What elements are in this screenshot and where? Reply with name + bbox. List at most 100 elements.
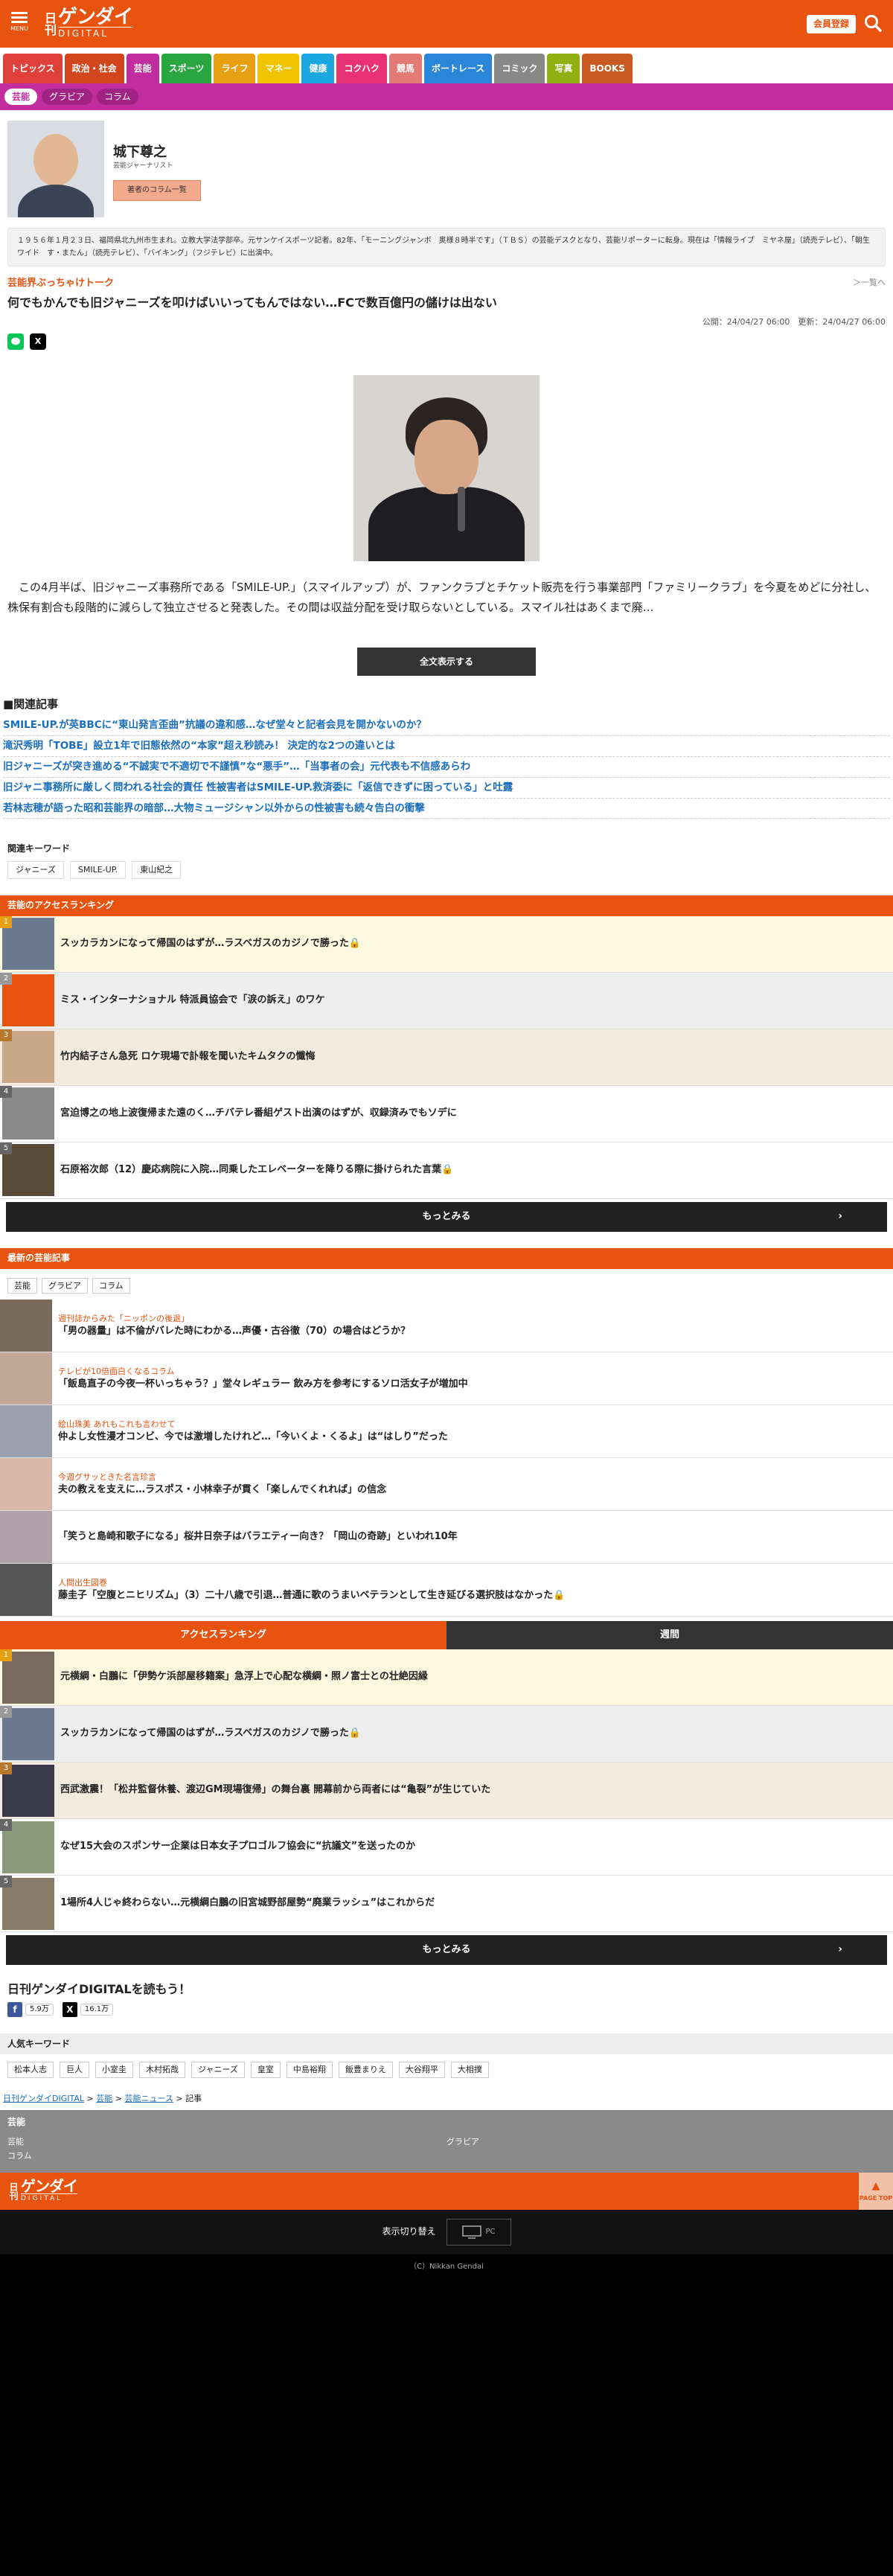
rank-number: 2 (0, 1706, 12, 1718)
ranking-row[interactable]: 5 石原裕次郎（12）慶応病院に入院…同乗したエレベーターを降りる際に掛けられた言… (0, 1142, 893, 1199)
keyword-tag[interactable]: SMILE-UP. (69, 861, 127, 879)
x-share-icon[interactable]: X (30, 333, 46, 350)
subnav-item-column[interactable]: コラム (97, 88, 138, 106)
facebook-follow[interactable]: f 5.9万 (7, 2002, 54, 2018)
chevron-up-icon: ▲ (871, 2180, 880, 2193)
tab-access-ranking[interactable]: アクセスランキング (0, 1621, 446, 1649)
popular-keyword[interactable]: 大谷翔平 (398, 2062, 445, 2078)
ranking-row[interactable]: 3 竹内結子さん急死 ロケ現場で訃報を聞いたキムタクの懺悔 (0, 1029, 893, 1086)
series-list-link[interactable]: ＞一覧へ (853, 277, 886, 290)
ranking-title: 石原裕次郎（12）慶応病院に入院…同乗したエレベーターを降りる際に掛けられた言葉… (60, 1164, 454, 1176)
breadcrumb-cat[interactable]: 芸能 (96, 2094, 112, 2103)
related-item[interactable]: SMILE-UP.が英BBCに“東山発言歪曲”抗議の違和感…なぜ堂々と記者会見を… (3, 715, 890, 736)
more-label: もっとみる (422, 1210, 471, 1222)
switch-label: 表示切り替え (382, 2226, 436, 2237)
author-photo (7, 121, 104, 217)
facebook-count: 5.9万 (25, 2004, 54, 2016)
latest-item[interactable]: 今週グサッときた名言珍言 夫の教えを支えに…ラスポス・小林幸子が貫く「楽しんでくれ… (0, 1458, 893, 1511)
popular-keyword[interactable]: 皇室 (250, 2062, 281, 2078)
ranking2-more-button[interactable]: もっとみる › (6, 1935, 887, 1965)
keyword-tag[interactable]: 東山紀之 (132, 861, 182, 879)
ranking-row[interactable]: 2 スッカラカンになって帰国のはずが…ラスベガスのカジノで勝った🔒 (0, 1706, 893, 1762)
author-profile: 城下尊之 芸能ジャーナリスト 著者のコラム一覧 (0, 110, 893, 228)
popular-keyword[interactable]: ジャニーズ (191, 2062, 245, 2078)
tab-category[interactable]: 健康 (301, 54, 335, 83)
related-item[interactable]: 滝沢秀明「TOBE」設立1年で旧態依然の“本家”超え秒読み！ 決定的な2つの違い… (3, 736, 890, 757)
breadcrumb-home[interactable]: 日刊ゲンダイDIGITAL (3, 2094, 84, 2103)
related-item[interactable]: 若林志穂が語った昭和芸能界の暗部…大物ミュージシャン以外からの性被害も続々告白の… (3, 799, 890, 819)
footer-nav-item[interactable]: グラビア (446, 2135, 886, 2149)
ranking-row[interactable]: 3 西武激震！「松井監督休養、渡辺GM現場復帰」の舞台裏 開幕前から両者には“亀裂… (0, 1762, 893, 1819)
ranking-row[interactable]: 2 ミス・インターナショナル 特派員協会で「涙の訴え」のワケ (0, 972, 893, 1029)
subnav-item-geino[interactable]: 芸能 (4, 88, 38, 106)
ranking-row[interactable]: 1 元横綱・白鵬に「伊勢ケ浜部屋移籍案」急浮上で心配な横綱・照ノ富士との壮絶因縁 (0, 1649, 893, 1706)
ranking-title: なぜ15大会のスポンサー企業は日本女子プロゴルフ協会に“抗議文”を送ったのか (60, 1841, 416, 1853)
latest-item[interactable]: 週刊誌からみた「ニッポンの後退」 「男の器量」は不倫がバレた時にわかる…声優・古谷… (0, 1300, 893, 1352)
tab-weekly[interactable]: 週間 (446, 1621, 893, 1649)
latest-item[interactable]: 絵山珠美 あれもこれも言わせて 仲よし女性漫才コンビ、今では激増したけれど…「今い… (0, 1405, 893, 1458)
popular-keyword[interactable]: 木村拓哉 (139, 2062, 185, 2078)
popular-heading: 人気キーワード (0, 2033, 893, 2055)
follow-heading: 日刊ゲンダイDIGITALを読もう！ (7, 1982, 191, 1996)
latest-tab-geino[interactable]: 芸能 (7, 1277, 37, 1294)
monitor-icon (461, 2225, 481, 2239)
breadcrumb-sep: > (112, 2093, 125, 2103)
related-item[interactable]: 旧ジャニ事務所に厳しく問われる社会的責任 性被害者はSMILE-UP.救済委に「… (3, 778, 890, 799)
keyword-tag[interactable]: ジャニーズ (7, 861, 64, 879)
line-share-icon[interactable] (7, 333, 24, 350)
latest-tab-column[interactable]: コラム (92, 1277, 130, 1294)
tab-category[interactable]: 芸能 (126, 54, 159, 83)
tab-category[interactable]: スポーツ (161, 54, 212, 83)
rank-number: 4 (0, 1085, 12, 1098)
search-icon[interactable] (863, 13, 883, 33)
page-top-button[interactable]: ▲ PAGE TOP (859, 2172, 893, 2210)
keywords-list: ジャニーズ SMILE-UP. 東山紀之 (0, 861, 893, 879)
rank-number: 1 (0, 1649, 12, 1661)
ranking-row[interactable]: 4 なぜ15大会のスポンサー企業は日本女子プロゴルフ協会に“抗議文”を送ったのか (0, 1819, 893, 1876)
breadcrumb-news[interactable]: 芸能ニュース (124, 2094, 173, 2103)
popular-keyword[interactable]: 飯豊まりえ (338, 2062, 393, 2078)
member-register-button[interactable]: 会員登録 (806, 15, 856, 33)
tab-category[interactable]: マネー (257, 54, 300, 83)
popular-keyword[interactable]: 大相撲 (450, 2062, 489, 2078)
footer-logo[interactable]: 日刊 ゲンダイ DIGITAL (8, 2179, 86, 2204)
latest-item[interactable]: 人間出生図巻 藤圭子「空腹とニヒリズム」（3）二十八歳で引退…普通に歌のうまいベテ… (0, 1564, 893, 1617)
tab-category[interactable]: BOOKS (582, 54, 633, 83)
ranking-row[interactable]: 4 宮迫博之の地上波復帰また遠のく…チバテレ番組ゲスト出演のはずが、収録済みでもソ… (0, 1085, 893, 1142)
footer-nav-item[interactable]: 芸能 (7, 2135, 446, 2149)
popular-keyword[interactable]: 松本人志 (7, 2062, 54, 2078)
ranking-more-button[interactable]: もっとみる › (6, 1201, 887, 1232)
related-item[interactable]: 旧ジャニーズが突き進める“不誠実で不適切で不謹慎”な“悪手”…「当事者の会」元代… (3, 757, 890, 778)
latest-tab-gravure[interactable]: グラビア (42, 1277, 88, 1294)
latest-title: 仲よし女性漫才コンビ、今では激増したけれど…「今いくよ・くるよ」は“はしり”だっ… (58, 1431, 448, 1442)
tab-category[interactable]: トピックス (3, 54, 63, 83)
site-logo[interactable]: 日刊 ゲンダイ DIGITAL (42, 7, 144, 40)
latest-item[interactable]: テレビが10倍面白くなるコラム 「飯島直子の今夜一杯いっちゃう？」堂々レギュラー … (0, 1352, 893, 1405)
popular-keyword[interactable]: 小室圭 (95, 2062, 133, 2078)
tab-category[interactable]: ボートレース (423, 54, 493, 83)
hamburger-icon (11, 16, 28, 19)
tab-category[interactable]: コクハク (336, 54, 387, 83)
ranking-row[interactable]: 1 スッカラカンになって帰国のはずが…ラスベガスのカジノで勝った🔒 (0, 915, 893, 973)
photo-suit (368, 486, 525, 561)
popular-keyword[interactable]: 中島裕翔 (286, 2062, 333, 2078)
x-follow[interactable]: X 16.1万 (62, 2002, 114, 2018)
tab-category[interactable]: ライフ (214, 54, 256, 83)
footer-nav-item[interactable]: コラム (7, 2149, 446, 2163)
pc-view-button[interactable]: PC (446, 2218, 511, 2246)
menu-button[interactable]: MENU (7, 9, 31, 39)
subnav-item-gravure[interactable]: グラビア (42, 88, 93, 106)
tab-category[interactable]: コミック (494, 54, 545, 83)
popular-keyword[interactable]: 巨人 (60, 2062, 89, 2078)
ranking-title: スッカラカンになって帰国のはずが…ラスベガスのカジノで勝った🔒 (60, 938, 362, 950)
fulltext-button[interactable]: 全文表示する (357, 647, 536, 676)
footer-nav: 芸能 芸能 グラビア コラム (0, 2110, 893, 2173)
author-columns-button[interactable]: 著者のコラム一覧 (113, 179, 201, 201)
ranking-row[interactable]: 5 1場所4人じゃ終わらない…元横綱白鵬の旧宮城野部屋勢“廃業ラッシュ”はこれから… (0, 1876, 893, 1932)
latest-list: 週刊誌からみた「ニッポンの後退」 「男の器量」は不倫がバレた時にわかる…声優・古谷… (0, 1300, 893, 1617)
series-title[interactable]: 芸能界ぶっちゃけトーク (7, 277, 114, 290)
tab-category[interactable]: 政治・社会 (64, 54, 124, 83)
tab-category[interactable]: 写真 (547, 54, 580, 83)
tab-category[interactable]: 競馬 (388, 54, 422, 83)
latest-item[interactable]: 「笑うと島崎和歌子になる」桜井日奈子はバラエティー向き？「岡山の奇跡」といわれ1… (0, 1511, 893, 1564)
